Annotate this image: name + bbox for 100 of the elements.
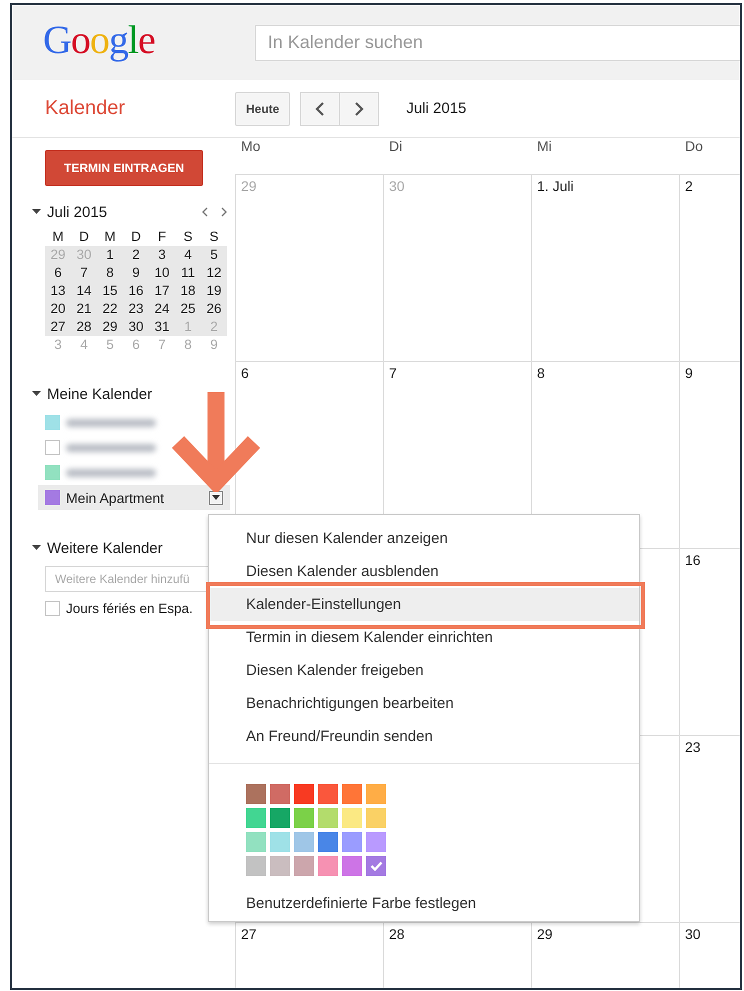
color-swatch[interactable] [366, 832, 386, 852]
custom-color-link[interactable]: Benutzerdefinierte Farbe festlegen [246, 895, 476, 912]
weekday-header: Di [388, 138, 402, 154]
mini-calendar-day[interactable]: 11 [175, 264, 201, 282]
mini-calendar-day[interactable]: 3 [149, 246, 175, 264]
mini-calendar-day[interactable]: 13 [45, 282, 71, 300]
mini-calendar-day[interactable]: 8 [97, 264, 123, 282]
mini-calendar-day[interactable]: 31 [149, 318, 175, 336]
calendar-row[interactable]: Mein Apartment [38, 485, 230, 510]
mini-calendar-day[interactable]: 30 [123, 318, 149, 336]
mini-calendar-day[interactable]: 16 [123, 282, 149, 300]
weekday-label: M [51, 228, 65, 246]
menu-item[interactable]: An Freund/Freundin senden [209, 720, 639, 753]
collapse-triangle-icon[interactable] [32, 391, 41, 397]
previous-button[interactable] [300, 92, 340, 126]
mini-calendar-day[interactable]: 26 [201, 300, 227, 318]
color-swatch[interactable] [246, 784, 266, 804]
mini-calendar-day[interactable]: 7 [71, 264, 97, 282]
mini-calendar-day[interactable]: 6 [45, 264, 71, 282]
chevron-left-icon[interactable] [202, 207, 208, 217]
mini-calendar-day[interactable]: 24 [149, 300, 175, 318]
color-swatch[interactable] [342, 784, 362, 804]
mini-calendar-day[interactable]: 2 [123, 246, 149, 264]
color-swatch[interactable] [246, 856, 266, 876]
color-swatch[interactable] [342, 832, 362, 852]
create-event-button[interactable]: TERMIN EINTRAGEN [45, 150, 203, 186]
color-swatch[interactable] [366, 856, 386, 876]
weekday-label: M [103, 228, 117, 246]
mini-calendar-day[interactable]: 22 [97, 300, 123, 318]
weekday-label: D [78, 228, 90, 246]
calendar-checkbox[interactable] [45, 600, 60, 616]
color-swatch[interactable] [246, 832, 266, 852]
calendar-name[interactable]: Jours fériés en Espa. [66, 600, 193, 616]
color-swatch[interactable] [270, 808, 290, 828]
menu-item[interactable]: Termin in diesem Kalender einrichten [209, 621, 639, 654]
search-field[interactable]: In Kalender suchen [254, 24, 740, 60]
color-swatch[interactable] [294, 832, 314, 852]
chevron-right-icon[interactable] [221, 207, 227, 217]
day-number[interactable]: 7 [389, 365, 397, 381]
day-number[interactable]: 2 [685, 178, 693, 194]
app-title: Kalender [45, 97, 126, 120]
mini-calendar-day[interactable]: 20 [45, 300, 71, 318]
calendar-options-button[interactable] [209, 490, 223, 504]
mini-calendar-day[interactable]: 29 [97, 318, 123, 336]
color-swatch[interactable] [318, 808, 338, 828]
color-swatch[interactable] [342, 808, 362, 828]
color-swatch[interactable] [342, 856, 362, 876]
color-swatch[interactable] [246, 808, 266, 828]
day-number[interactable]: 23 [685, 739, 701, 755]
collapse-triangle-icon[interactable] [32, 209, 41, 215]
day-number[interactable]: 6 [241, 365, 249, 381]
color-swatch[interactable] [294, 856, 314, 876]
calendar-checkbox[interactable] [45, 490, 60, 505]
calendar-checkbox[interactable] [45, 440, 60, 455]
color-swatch[interactable] [366, 808, 386, 828]
collapse-triangle-icon[interactable] [32, 545, 41, 551]
mini-calendar-day[interactable]: 14 [71, 282, 97, 300]
mini-calendar-day[interactable]: 18 [175, 282, 201, 300]
mini-calendar-day[interactable]: 19 [201, 282, 227, 300]
calendar-checkbox[interactable] [45, 465, 60, 480]
calendar-name[interactable]: Mein Apartment [66, 490, 164, 506]
color-swatch[interactable] [294, 808, 314, 828]
menu-item[interactable]: Nur diesen Kalender anzeigen [209, 522, 639, 555]
mini-calendar-day[interactable]: 21 [71, 300, 97, 318]
color-swatch[interactable] [270, 856, 290, 876]
mini-calendar-day[interactable]: 15 [97, 282, 123, 300]
color-swatch[interactable] [294, 784, 314, 804]
day-number[interactable]: 27 [241, 926, 257, 942]
mini-calendar-day[interactable]: 12 [201, 264, 227, 282]
mini-calendar-day[interactable]: 25 [175, 300, 201, 318]
caret-icon [212, 495, 220, 500]
menu-item[interactable]: Diesen Kalender freigeben [209, 654, 639, 687]
color-swatch[interactable] [318, 856, 338, 876]
day-number[interactable]: 16 [685, 552, 701, 568]
mini-calendar-day[interactable]: 10 [149, 264, 175, 282]
mini-calendar-day[interactable]: 17 [149, 282, 175, 300]
next-button[interactable] [339, 92, 380, 126]
mini-calendar-day[interactable]: 1 [97, 246, 123, 264]
menu-item[interactable]: Benachrichtigungen bearbeiten [209, 687, 639, 720]
day-number[interactable]: 8 [537, 365, 545, 381]
color-swatch[interactable] [270, 832, 290, 852]
calendar-checkbox[interactable] [45, 415, 60, 430]
color-swatch[interactable] [318, 784, 338, 804]
mini-calendar-day[interactable]: 23 [123, 300, 149, 318]
day-number[interactable]: 9 [685, 365, 693, 381]
color-swatch[interactable] [318, 832, 338, 852]
mini-calendar-day[interactable]: 4 [175, 246, 201, 264]
mini-calendar-day[interactable]: 5 [201, 246, 227, 264]
day-number[interactable]: 28 [389, 926, 405, 942]
today-button[interactable]: Heute [235, 92, 290, 126]
color-swatch[interactable] [270, 784, 290, 804]
menu-item[interactable]: Kalender-Einstellungen [209, 588, 639, 621]
color-swatch[interactable] [366, 784, 386, 804]
mini-calendar-day[interactable]: 9 [123, 264, 149, 282]
day-number[interactable]: 30 [685, 926, 701, 942]
mini-calendar-day[interactable]: 28 [71, 318, 97, 336]
mini-calendar-day[interactable]: 27 [45, 318, 71, 336]
section-title: Meine Kalender [47, 386, 152, 402]
day-number[interactable]: 1. Juli [537, 178, 574, 194]
day-number[interactable]: 29 [537, 926, 553, 942]
